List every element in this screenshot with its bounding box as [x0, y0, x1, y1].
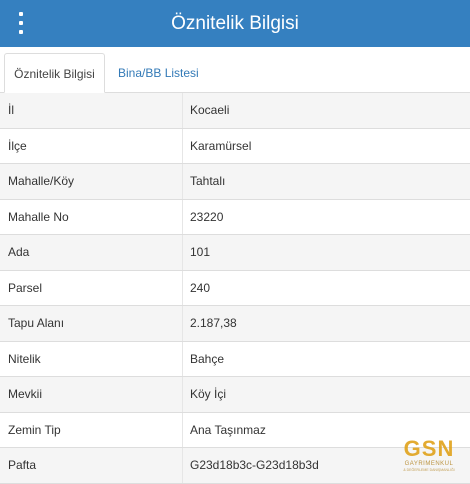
- attribute-value: Tahtalı: [190, 174, 226, 188]
- attribute-key: Zemin Tip: [8, 422, 61, 437]
- tab-bar: Öznitelik Bilgisi Bina/BB Listesi: [0, 47, 470, 93]
- attribute-value: Kocaeli: [190, 103, 230, 117]
- logo-subtitle: GAYRİMENKUL: [404, 461, 454, 467]
- table-row: Parsel 240: [0, 270, 470, 306]
- table-row: Tapu Alanı 2.187,38: [0, 306, 470, 342]
- table-row: İlçe Karamürsel: [0, 128, 470, 164]
- attribute-key: Ada: [8, 245, 30, 259]
- attribute-key: Tapu Alanı: [8, 316, 65, 330]
- gsn-logo: GSN GAYRİMENKUL & DEĞERLEME DANIŞMANLIĞI: [394, 438, 464, 476]
- attribute-value: G23d18b3c-G23d18b3d: [190, 458, 319, 472]
- attribute-value: 2.187,38: [190, 316, 237, 330]
- attribute-value: 101: [190, 245, 211, 259]
- table-row: Ada 101: [0, 235, 470, 271]
- attribute-key: İl: [8, 103, 14, 117]
- table-row: Mahalle No 23220: [0, 199, 470, 235]
- page-title: Öznitelik Bilgisi: [171, 13, 299, 34]
- attribute-key: Mahalle/Köy: [8, 174, 75, 188]
- attribute-key: Pafta: [8, 458, 37, 472]
- attribute-value: Bahçe: [190, 351, 225, 366]
- attribute-value: 240: [190, 280, 211, 295]
- attribute-table: İl Kocaeli İlçe Karamürsel Mahalle/Köy Taht…: [0, 93, 470, 484]
- table-row: Nitelik Bahçe: [0, 341, 470, 377]
- attribute-key: Parsel: [8, 280, 43, 295]
- table-row: Mahalle/Köy Tahtalı: [0, 164, 470, 200]
- logo-mark: GSN: [403, 436, 455, 461]
- attribute-value: Köy İçi: [190, 387, 227, 401]
- table-row: Mevkii Köy İçi: [0, 377, 470, 413]
- tab-bina-bb-listesi[interactable]: Bina/BB Listesi: [110, 53, 207, 93]
- table-row: İl Kocaeli: [0, 93, 470, 129]
- attribute-value: Karamürsel: [190, 138, 252, 153]
- app-header: Öznitelik Bilgisi: [0, 0, 470, 47]
- attribute-key: Mahalle No: [8, 209, 69, 224]
- logo-tagline: & DEĞERLEME DANIŞMANLIĞI: [403, 468, 455, 472]
- attribute-key: İlçe: [8, 138, 27, 153]
- attribute-key: Nitelik: [8, 351, 41, 366]
- attribute-value: Ana Taşınmaz: [190, 422, 266, 437]
- tab-oznitelik-bilgisi[interactable]: Öznitelik Bilgisi: [4, 53, 105, 93]
- attribute-value: 23220: [190, 209, 224, 224]
- attribute-key: Mevkii: [8, 387, 43, 401]
